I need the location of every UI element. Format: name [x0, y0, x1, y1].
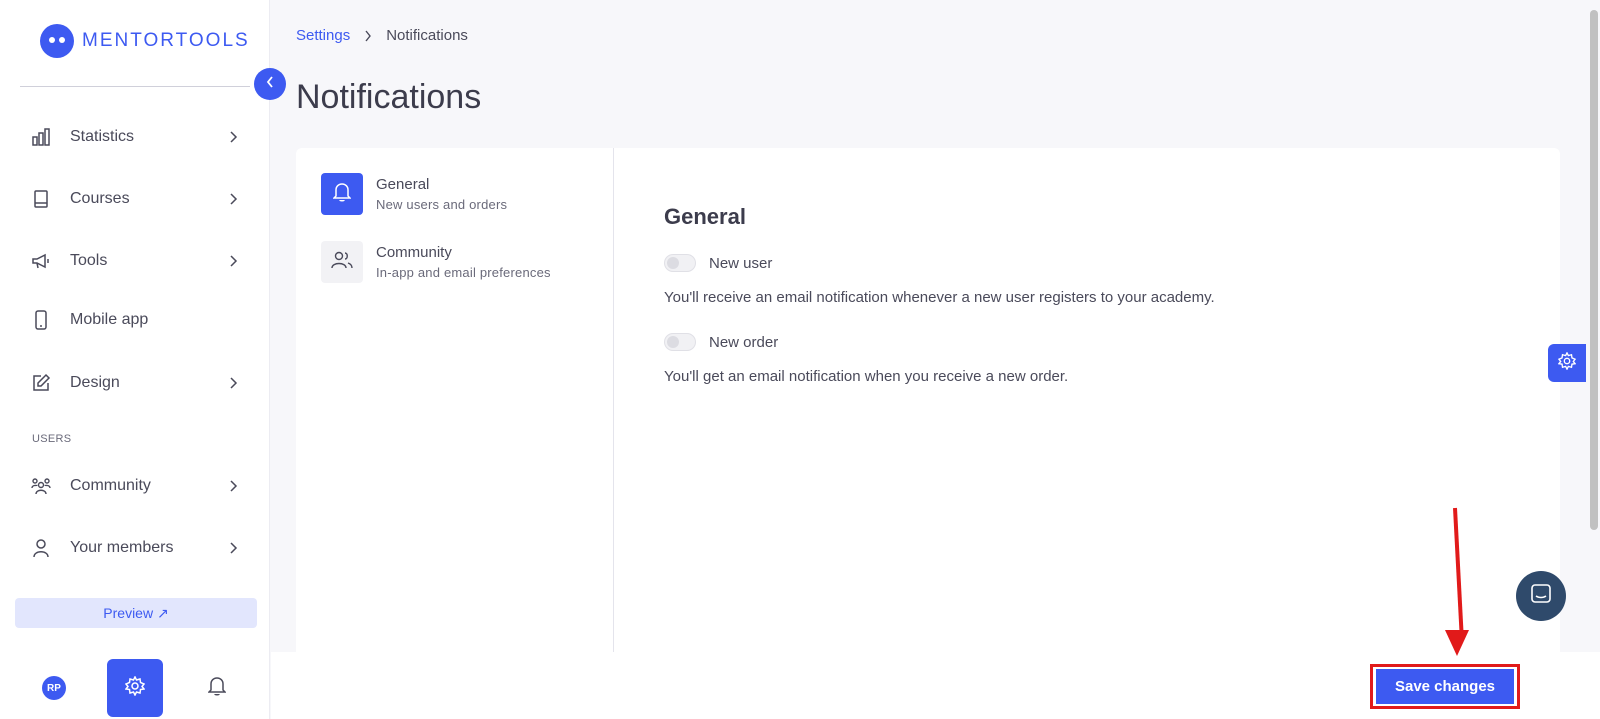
sidebar-item-label: Community: [70, 477, 151, 494]
sidebar-item-mobile-app[interactable]: Mobile app: [30, 305, 240, 335]
sidebar-item-courses[interactable]: Courses: [30, 184, 240, 214]
toggle-label: New user: [709, 254, 773, 272]
phone-icon: [30, 309, 52, 331]
settings-button[interactable]: [107, 659, 163, 717]
new-order-toggle-row: New order: [664, 333, 778, 351]
pencil-icon: [30, 372, 52, 394]
sidebar-item-design[interactable]: Design: [30, 368, 240, 398]
sidebar: MENTORTOOLS Statistics Courses Tools Mob…: [0, 0, 270, 719]
chevron-right-icon: [226, 479, 240, 493]
page-title: Notifications: [296, 78, 482, 116]
new-user-toggle-row: New user: [664, 254, 772, 272]
collapse-sidebar-button[interactable]: [254, 68, 286, 100]
bell-icon: [332, 182, 352, 207]
menu-item-title: General: [376, 176, 430, 193]
chevron-right-icon: [364, 30, 372, 42]
notifications-bell-button[interactable]: [206, 676, 228, 701]
page-scrollbar[interactable]: [1590, 10, 1598, 530]
menu-item-subtitle: New users and orders: [376, 197, 508, 212]
toggle-label: New order: [709, 333, 779, 351]
sidebar-item-label: Mobile app: [70, 311, 149, 328]
chevron-right-icon: [226, 376, 240, 390]
sidebar-item-label: Statistics: [70, 128, 135, 145]
sidebar-item-your-members[interactable]: Your members: [30, 533, 240, 563]
new-order-description: You'll get an email notification when yo…: [664, 368, 1069, 385]
sidebar-item-label: Courses: [70, 190, 130, 207]
new-order-toggle[interactable]: [664, 333, 696, 351]
sidebar-item-statistics[interactable]: Statistics: [30, 122, 240, 152]
save-changes-button[interactable]: Save changes: [1376, 669, 1514, 704]
chat-icon: [1530, 583, 1552, 610]
sidebar-item-label: Tools: [70, 252, 108, 269]
chevron-right-icon: [226, 254, 240, 268]
chevron-right-icon: [226, 130, 240, 144]
megaphone-icon: [30, 250, 52, 272]
people-icon: [30, 475, 52, 497]
bar-chart-icon: [30, 126, 52, 148]
new-user-toggle[interactable]: [664, 254, 696, 272]
preview-button[interactable]: Preview ↗: [15, 598, 257, 628]
sidebar-item-label: Design: [70, 374, 120, 391]
users-section-label: USERS: [32, 433, 72, 445]
bell-icon: [207, 676, 227, 701]
brand-logo[interactable]: MENTORTOOLS: [40, 24, 250, 58]
section-title: General: [664, 204, 746, 229]
bell-tile: [321, 173, 363, 215]
new-user-description: You'll receive an email notification whe…: [664, 289, 1215, 306]
sidebar-item-community[interactable]: Community: [30, 471, 240, 501]
gear-icon: [124, 674, 146, 701]
breadcrumb: Settings Notifications: [296, 27, 468, 44]
avatar[interactable]: RP: [42, 676, 66, 700]
settings-menu-item-general[interactable]: General New users and orders: [321, 172, 611, 216]
annotation-arrow-head: [1445, 630, 1469, 656]
chat-launcher-button[interactable]: [1516, 571, 1566, 621]
robot-logo-icon: [40, 24, 74, 58]
chevron-left-icon: [265, 75, 275, 94]
gear-icon: [1557, 350, 1577, 375]
sidebar-divider: [20, 86, 250, 87]
settings-menu-item-community[interactable]: Community In-app and email preferences: [321, 240, 611, 284]
settings-panel: General New users and orders Community I…: [296, 148, 1560, 653]
person-icon: [30, 537, 52, 559]
book-icon: [30, 188, 52, 210]
side-settings-button[interactable]: [1548, 344, 1586, 382]
breadcrumb-current: Notifications: [386, 27, 468, 44]
people-tile: [321, 241, 363, 283]
chevron-right-icon: [226, 541, 240, 555]
sidebar-item-label: Your members: [70, 539, 174, 556]
people-icon: [331, 250, 353, 275]
menu-item-subtitle: In-app and email preferences: [376, 265, 551, 280]
breadcrumb-settings-link[interactable]: Settings: [296, 27, 350, 44]
brand-name: MENTORTOOLS: [82, 30, 250, 51]
settings-menu: General New users and orders Community I…: [296, 148, 614, 653]
chevron-right-icon: [226, 192, 240, 206]
sidebar-item-tools[interactable]: Tools: [30, 246, 240, 276]
menu-item-title: Community: [376, 244, 452, 261]
